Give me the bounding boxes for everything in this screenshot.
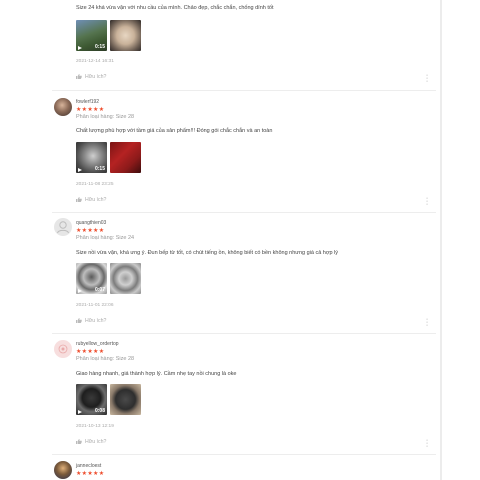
like-label: Hữu ích? [85, 74, 107, 80]
review-variant: Phân loại hàng: Size 28 [76, 114, 135, 120]
flower-avatar-icon [58, 344, 68, 354]
like-label: Hữu ích? [85, 318, 107, 324]
review-photo-thumbnail[interactable] [110, 142, 141, 173]
review-date: 2021-12-14 16:31 [76, 59, 114, 64]
avatar [54, 461, 72, 479]
play-icon [78, 289, 82, 293]
review-video-thumbnail[interactable]: 0:08 [76, 384, 107, 415]
more-options-icon[interactable]: · · · [425, 437, 429, 450]
review-date: 2021-11-01 22:06 [76, 303, 114, 308]
reviews-panel: Size 24 khá vừa vặn với nhu cầu của mình… [0, 0, 440, 480]
like-button[interactable]: Hữu ích? [76, 197, 106, 203]
video-duration: 0:15 [94, 166, 105, 172]
more-options-icon[interactable]: · · · [425, 72, 429, 85]
more-options-icon[interactable]: · · · [425, 316, 429, 329]
review-text: Size nồi vừa vặn, khá ưng ý. Đun bếp từ … [76, 250, 339, 256]
default-user-icon [57, 221, 69, 234]
review-username: rubyellow_ordertop [76, 341, 119, 347]
review-video-thumbnail[interactable]: 0:15 [76, 20, 107, 51]
review-text: Size 24 khá vừa vặn với nhu cầu của mình… [76, 5, 274, 11]
review-date: 2021-11-08 23:25 [76, 182, 114, 187]
more-options-icon[interactable]: · · · [425, 195, 429, 208]
avatar [54, 98, 72, 116]
like-button[interactable]: Hữu ích? [76, 439, 106, 445]
play-icon [78, 46, 82, 50]
review-date: 2021-10-13 12:19 [76, 424, 114, 429]
avatar [54, 340, 72, 358]
rating-stars: ★★★★★ [76, 228, 105, 234]
rating-stars: ★★★★★ [76, 471, 105, 477]
like-label: Hữu ích? [85, 439, 107, 445]
video-duration: 0:07 [94, 287, 105, 293]
review-variant: Phân loại hàng: Size 28 [76, 356, 135, 362]
review-divider [52, 454, 436, 455]
review-text: Giao hàng nhanh, giá thành hợp lý. Cầm n… [76, 371, 237, 377]
review-divider [52, 212, 436, 213]
review-username: fowlerf192 [76, 99, 100, 105]
review-photo-thumbnail[interactable] [110, 384, 141, 415]
review-username: quangthien03 [76, 220, 107, 226]
thumbs-up-icon [76, 318, 82, 323]
review-variant: Phân loại hàng: Size 24 [76, 235, 135, 241]
review-username: jannecloest [76, 463, 102, 469]
play-icon [78, 410, 82, 414]
like-button[interactable]: Hữu ích? [76, 74, 106, 80]
video-duration: 0:15 [94, 44, 105, 50]
scrollbar-track[interactable] [440, 0, 442, 480]
thumbs-up-icon [76, 197, 82, 202]
review-divider [52, 333, 436, 334]
rating-stars: ★★★★★ [76, 349, 105, 355]
review-photo-thumbnail[interactable] [110, 263, 141, 294]
avatar [54, 218, 72, 236]
video-duration: 0:08 [94, 408, 105, 414]
review-text: Chất lượng phù hợp với tầm giá của sản p… [76, 128, 273, 134]
review-divider [52, 90, 436, 91]
play-icon [78, 168, 82, 172]
thumbs-up-icon [76, 74, 82, 79]
rating-stars: ★★★★★ [76, 107, 105, 113]
thumbs-up-icon [76, 439, 82, 444]
review-video-thumbnail[interactable]: 0:07 [76, 263, 107, 294]
like-label: Hữu ích? [85, 197, 107, 203]
review-photo-thumbnail[interactable] [110, 20, 141, 51]
like-button[interactable]: Hữu ích? [76, 318, 106, 324]
review-video-thumbnail[interactable]: 0:15 [76, 142, 107, 173]
